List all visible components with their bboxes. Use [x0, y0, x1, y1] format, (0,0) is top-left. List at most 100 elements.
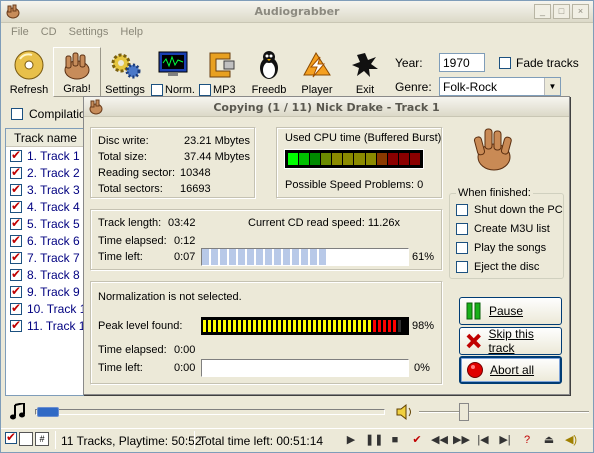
shutdown-checkbox[interactable]: [456, 204, 468, 216]
fade-tracks-checkbox[interactable]: [499, 57, 511, 69]
mp3-toggle[interactable]: MP3: [197, 47, 245, 97]
gear-icon: [111, 53, 141, 79]
maximize-button[interactable]: □: [553, 4, 570, 19]
peak-segment: [208, 320, 211, 332]
close-button[interactable]: ×: [572, 4, 589, 19]
volume-slider-thumb[interactable]: [459, 403, 469, 421]
compilation-option[interactable]: Compilation: [11, 107, 92, 121]
volume-icon[interactable]: ◀): [563, 432, 579, 448]
volume-track[interactable]: [419, 411, 589, 413]
eject-checkbox[interactable]: [456, 261, 468, 273]
list-item[interactable]: 1. Track 1: [6, 147, 86, 164]
pause-button[interactable]: Pause: [459, 297, 562, 325]
list-item[interactable]: 4. Track 4: [6, 198, 86, 215]
track-checkbox[interactable]: [10, 216, 22, 230]
total-sectors-value: 16693: [180, 183, 211, 195]
pause-icon[interactable]: ❚❚: [365, 432, 383, 448]
track-checkbox[interactable]: [10, 284, 22, 298]
track-checkbox[interactable]: [10, 301, 22, 315]
list-item[interactable]: 6. Track 6: [6, 232, 86, 249]
fast-forward-icon[interactable]: ▶▶: [453, 432, 470, 448]
when-finished-legend: When finished:: [456, 187, 533, 199]
peak-segment: [203, 320, 206, 332]
invert-selection-icon[interactable]: #: [35, 432, 49, 446]
position-slider-thumb[interactable]: [37, 407, 59, 417]
play-icon[interactable]: ▶: [343, 432, 359, 448]
check-icon[interactable]: ✔: [409, 432, 425, 448]
playback-slider-row: [5, 401, 591, 425]
m3u-option[interactable]: Create M3U list: [456, 223, 550, 235]
track-name-column-header[interactable]: Track name: [6, 129, 86, 147]
track-checkbox[interactable]: [10, 148, 22, 162]
exit-button[interactable]: Exit: [341, 47, 389, 97]
list-item[interactable]: 2. Track 2: [6, 164, 86, 181]
list-item[interactable]: 8. Track 8: [6, 266, 86, 283]
total-size-label: Total size:: [98, 151, 147, 163]
peak-segment: [343, 320, 346, 332]
next-track-icon[interactable]: ▶|: [497, 432, 513, 448]
year-input[interactable]: 1970: [439, 53, 485, 72]
mp3-checkbox[interactable]: [199, 84, 211, 96]
peak-segment: [333, 320, 336, 332]
list-item[interactable]: 9. Track 9: [6, 283, 86, 300]
grab-button[interactable]: Grab!: [53, 47, 101, 97]
peak-segment: [378, 320, 381, 332]
abort-all-button[interactable]: Abort all: [459, 356, 562, 384]
pause-icon: [466, 302, 481, 320]
menu-help[interactable]: Help: [114, 23, 149, 43]
shutdown-option[interactable]: Shut down the PC: [456, 204, 563, 216]
title-bar: Audiograbber _ □ ×: [1, 1, 593, 23]
track-checkbox[interactable]: [10, 250, 22, 264]
play-songs-option[interactable]: Play the songs: [456, 242, 546, 254]
random-icon[interactable]: ?: [519, 432, 535, 448]
peak-segment: [228, 320, 231, 332]
track-progress-bar: [201, 248, 409, 266]
track-checkbox[interactable]: [10, 199, 22, 213]
check-all-icon[interactable]: [5, 430, 17, 444]
fade-tracks-option[interactable]: Fade tracks: [499, 56, 579, 70]
menu-cd[interactable]: CD: [35, 23, 63, 43]
list-item[interactable]: 7. Track 7: [6, 249, 86, 266]
list-item[interactable]: 10. Track 10: [6, 300, 86, 317]
list-item[interactable]: 5. Track 5: [6, 215, 86, 232]
freedb-button[interactable]: Freedb: [245, 47, 293, 97]
refresh-button[interactable]: Refresh: [5, 47, 53, 97]
m3u-checkbox[interactable]: [456, 223, 468, 235]
minimize-button[interactable]: _: [534, 4, 551, 19]
peak-segment: [348, 320, 351, 332]
chevron-down-icon[interactable]: ▼: [544, 78, 560, 95]
track-list[interactable]: Track name 1. Track 1 2. Track 2 3. Trac…: [5, 128, 87, 396]
track-checkbox[interactable]: [10, 233, 22, 247]
track-checkbox[interactable]: [10, 318, 22, 332]
normalize-toggle[interactable]: Norm.: [149, 47, 197, 97]
previous-track-icon[interactable]: |◀: [475, 432, 491, 448]
genre-select[interactable]: Folk-Rock ▼: [439, 77, 561, 96]
menu-settings[interactable]: Settings: [63, 23, 115, 43]
rewind-icon[interactable]: ◀◀: [431, 432, 448, 448]
peak-segment: [338, 320, 341, 332]
track-checkbox[interactable]: [10, 267, 22, 281]
track-checkbox[interactable]: [10, 165, 22, 179]
peak-level-percent: 98%: [412, 320, 435, 332]
position-track[interactable]: [35, 409, 385, 415]
uncheck-all-icon[interactable]: [19, 432, 33, 446]
peak-segment: [213, 320, 216, 332]
eject-option[interactable]: Eject the disc: [456, 261, 539, 273]
compilation-checkbox[interactable]: [11, 108, 23, 120]
track-checkbox[interactable]: [10, 182, 22, 196]
peak-segment: [323, 320, 326, 332]
time-elapsed-value: 0:12: [174, 235, 196, 247]
skip-track-button[interactable]: Skip this track: [459, 327, 562, 355]
eject-icon[interactable]: ⏏: [541, 432, 557, 448]
play-songs-checkbox[interactable]: [456, 242, 468, 254]
list-item[interactable]: 3. Track 3: [6, 181, 86, 198]
list-item[interactable]: 11. Track 11: [6, 317, 86, 334]
music-note-icon: [10, 403, 25, 420]
player-button[interactable]: Player: [293, 47, 341, 97]
track-length-value: 03:42: [168, 217, 196, 229]
settings-button[interactable]: Settings: [101, 47, 149, 97]
menu-file[interactable]: File: [5, 23, 35, 43]
stop-icon[interactable]: ■: [387, 432, 403, 448]
cpu-label: Used CPU time (Buffered Burst): [285, 132, 442, 144]
norm-checkbox[interactable]: [151, 84, 163, 96]
